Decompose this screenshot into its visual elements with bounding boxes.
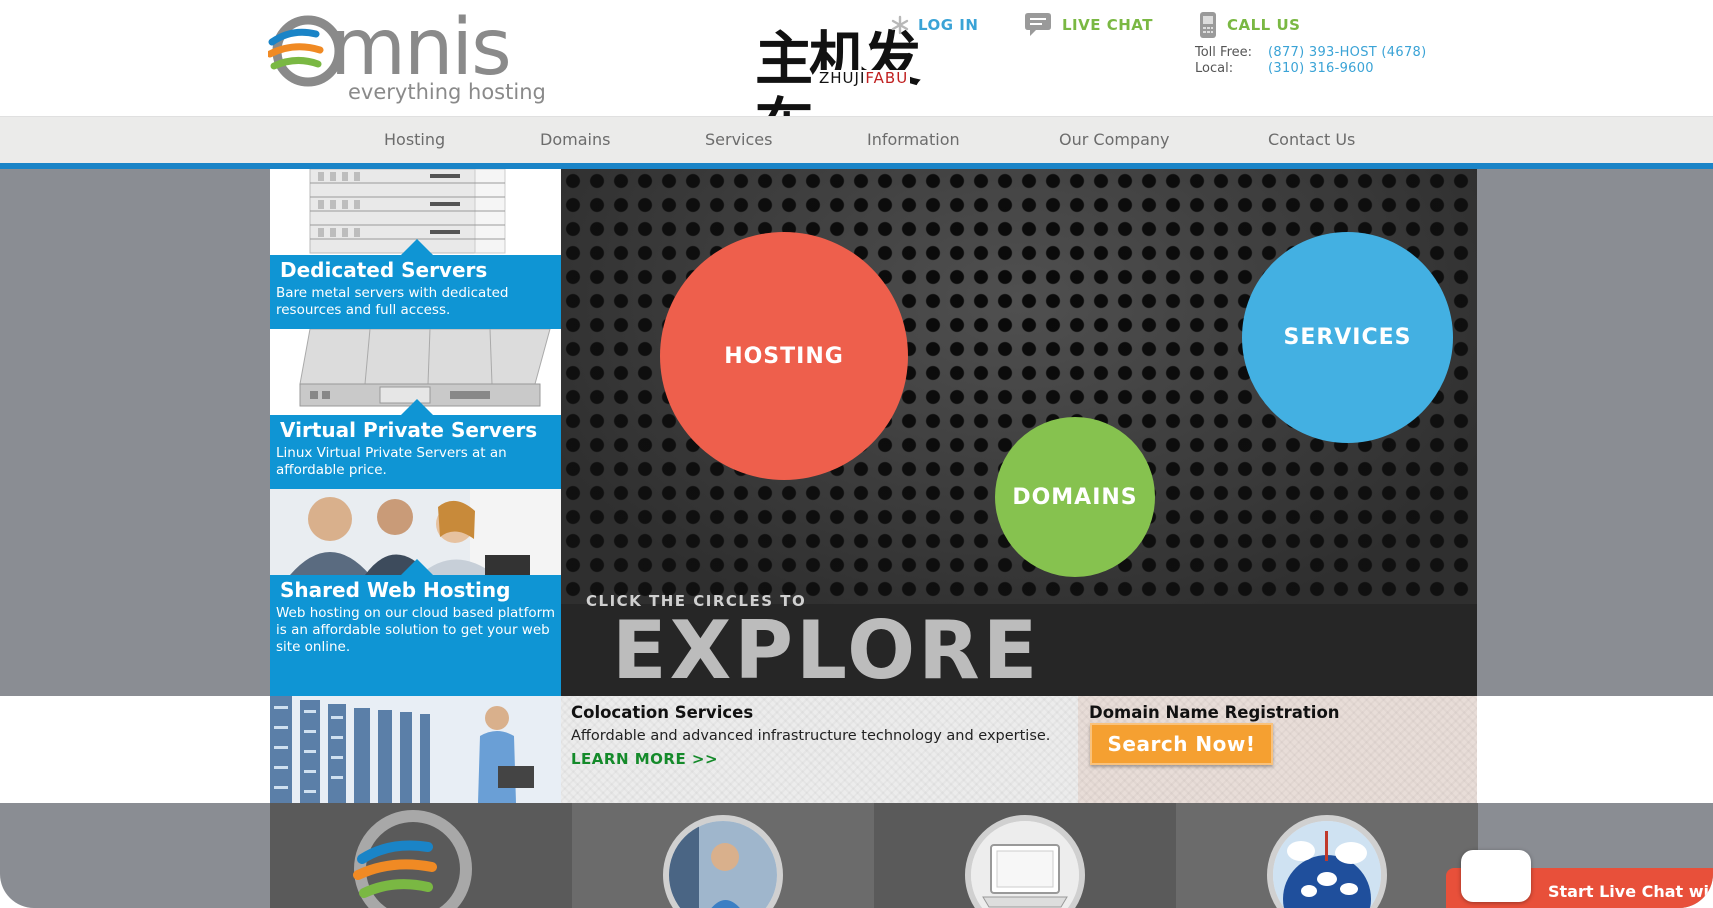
- sidebar-card-dedicated[interactable]: Dedicated Servers Bare metal servers wit…: [270, 169, 561, 329]
- domain-registration-promo: Domain Name Registration Search Now!: [1078, 696, 1477, 803]
- nav-item-services[interactable]: Services: [705, 129, 772, 151]
- login-link[interactable]: LOG IN: [890, 10, 978, 40]
- sidebar: Dedicated Servers Bare metal servers wit…: [270, 169, 561, 696]
- sidebar-card-shared[interactable]: Shared Web Hosting Web hosting on our cl…: [270, 489, 561, 655]
- community-photo-disc: [1267, 815, 1387, 908]
- learn-more-link[interactable]: LEARN MORE >>: [571, 750, 718, 768]
- live-chat-bubble-icon[interactable]: [1461, 850, 1531, 902]
- card-pointer: [401, 399, 433, 415]
- services-circle-button[interactable]: SERVICES: [1242, 232, 1453, 443]
- omnis-logo[interactable]: mnis everything hosting: [268, 4, 548, 108]
- speech-bubbles-icon: [1273, 821, 1381, 908]
- dedicated-desc: Bare metal servers with dedicated resour…: [276, 285, 509, 318]
- toll-free-row: Toll Free: (877) 393-HOST (4678): [1195, 45, 1426, 61]
- site-header: mnis everything hosting 主机发布 ZHUJIFABU L…: [0, 0, 1713, 158]
- bottom-tile-community[interactable]: [1176, 803, 1478, 908]
- livechat-link[interactable]: LIVE CHAT: [1022, 10, 1153, 40]
- nav-item-information[interactable]: Information: [867, 129, 960, 151]
- devices-photo-disc: [965, 815, 1085, 908]
- partner-logo-en-a: ZHUJI: [819, 69, 866, 87]
- local-number[interactable]: (310) 316-9600: [1268, 61, 1374, 77]
- asterisk-icon: [891, 15, 909, 35]
- card-pointer: [401, 559, 433, 575]
- phone-icon: [1200, 12, 1216, 38]
- hero-explore-heading: EXPLORE: [612, 604, 1041, 697]
- colocation-image: [270, 696, 561, 803]
- callus-label: CALL US: [1227, 16, 1301, 34]
- card-pointer: [401, 239, 433, 255]
- support-photo-disc: [663, 815, 783, 908]
- laptop-icon: [971, 821, 1079, 908]
- nav-item-our-company[interactable]: Our Company: [1059, 129, 1170, 151]
- shared-title: Shared Web Hosting: [280, 578, 511, 602]
- logo-tagline: everything hosting: [348, 80, 546, 104]
- omnis-swoosh-icon: [268, 15, 338, 87]
- partner-logo-en: ZHUJIFABU: [817, 69, 911, 87]
- search-now-button[interactable]: Search Now!: [1090, 723, 1273, 765]
- nav-item-contact-us[interactable]: Contact Us: [1268, 129, 1355, 151]
- shared-desc: Web hosting on our cloud based platform …: [276, 605, 556, 655]
- hosting-circle-button[interactable]: HOSTING: [660, 232, 908, 480]
- main-nav: Hosting Domains Services Information Our…: [0, 116, 1713, 163]
- colocation-promo: Colocation Services Affordable and advan…: [561, 696, 1078, 803]
- local-label: Local:: [1195, 61, 1234, 76]
- vps-title: Virtual Private Servers: [280, 418, 538, 442]
- dedicated-title: Dedicated Servers: [280, 258, 488, 282]
- bottom-tile-devices[interactable]: [874, 803, 1176, 908]
- local-row: Local: (310) 316-9600: [1195, 61, 1426, 77]
- colocation-desc: Affordable and advanced infrastructure t…: [571, 728, 1051, 744]
- colocation-title: Colocation Services: [571, 703, 754, 722]
- omnis-emblem-icon: [353, 810, 472, 908]
- partner-logo-en-b: FABU: [865, 69, 909, 87]
- chat-bubble-icon: [1025, 13, 1051, 36]
- nav-item-domains[interactable]: Domains: [540, 129, 610, 151]
- vps-desc: Linux Virtual Private Servers at an affo…: [276, 445, 507, 478]
- bottom-tile-omnis[interactable]: [270, 803, 572, 908]
- login-label: LOG IN: [918, 16, 979, 34]
- logo-wordmark: mnis: [330, 3, 512, 93]
- bottom-tile-support[interactable]: [572, 803, 874, 908]
- hero-banner: HOSTING SERVICES DOMAINS CLICK THE CIRCL…: [561, 169, 1477, 696]
- sidebar-card-vps[interactable]: Virtual Private Servers Linux Virtual Pr…: [270, 329, 561, 489]
- domains-circle-button[interactable]: DOMAINS: [995, 417, 1155, 577]
- support-person-icon: [669, 821, 777, 908]
- toll-free-number[interactable]: (877) 393-HOST (4678): [1268, 45, 1426, 61]
- datacenter-photo-icon: [270, 696, 561, 803]
- page-frame: mnis everything hosting 主机发布 ZHUJIFABU L…: [0, 0, 1713, 908]
- phone-numbers: Toll Free: (877) 393-HOST (4678) Local: …: [1195, 45, 1426, 77]
- callus-link[interactable]: CALL US: [1197, 10, 1300, 40]
- toll-free-label: Toll Free:: [1195, 45, 1253, 60]
- live-chat-widget-label: Start Live Chat wi: [1548, 882, 1710, 901]
- nav-item-hosting[interactable]: Hosting: [384, 129, 445, 151]
- livechat-label: LIVE CHAT: [1062, 16, 1153, 34]
- domain-registration-title: Domain Name Registration: [1089, 703, 1340, 722]
